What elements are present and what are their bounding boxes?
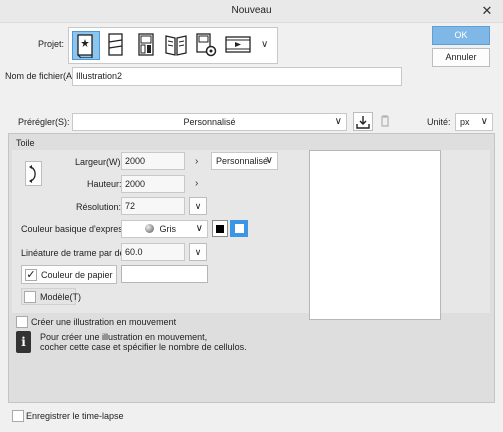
info-icon: i xyxy=(16,331,31,353)
chevron-down-icon: ∨ xyxy=(480,116,488,127)
save-preset-icon[interactable] xyxy=(353,112,373,131)
cancel-button[interactable]: Annuler xyxy=(432,48,490,67)
template-toggle[interactable]: Modèle(T) xyxy=(21,288,81,305)
filename-input[interactable]: Illustration2 xyxy=(72,67,402,86)
linature-input[interactable]: 60.0 xyxy=(121,243,185,261)
height-label: Hauteur: xyxy=(87,179,122,189)
chevron-right-icon: › xyxy=(195,156,199,167)
chevron-down-icon[interactable]: ∨ xyxy=(189,243,207,261)
filename-label: Nom de fichier(A): xyxy=(5,71,78,81)
chevron-down-icon: ∨ xyxy=(195,223,203,234)
animation-icon[interactable] xyxy=(222,31,254,60)
animation-label: Créer une illustration en mouvement xyxy=(31,317,177,327)
paper-color-checkbox[interactable]: ✓ xyxy=(25,269,37,281)
illustration-icon[interactable] xyxy=(72,31,100,60)
orientation-swap-icon[interactable] xyxy=(25,161,42,186)
unit-select[interactable]: px ∨ xyxy=(455,113,493,131)
settings-page-icon[interactable] xyxy=(192,31,220,60)
title-bar: Nouveau xyxy=(0,0,503,23)
window-title: Nouveau xyxy=(231,5,272,16)
gray-sphere-icon xyxy=(145,224,154,233)
width-input[interactable]: 2000 xyxy=(121,152,185,170)
canvas-section-label: Toile xyxy=(16,138,35,148)
timelapse-label: Enregistrer le time-lapse xyxy=(26,411,124,421)
preset-select[interactable]: Personnalisé ∨ xyxy=(72,113,347,131)
paper-color-swatch[interactable] xyxy=(121,265,208,283)
height-input[interactable]: 2000 xyxy=(121,175,185,193)
ok-button[interactable]: OK xyxy=(432,26,490,45)
book-icon[interactable] xyxy=(162,31,190,60)
chevron-down-icon[interactable]: ∨ xyxy=(261,39,268,50)
project-type-selector: ∨ xyxy=(68,27,278,64)
chevron-right-icon: › xyxy=(195,178,199,189)
webtoon-icon[interactable] xyxy=(102,31,130,60)
preset-value: Personnalisé xyxy=(183,117,236,127)
size-preset-select[interactable]: Personnalisé ∨ xyxy=(211,152,278,170)
animation-checkbox[interactable] xyxy=(16,316,28,328)
chevron-down-icon[interactable]: ∨ xyxy=(189,197,207,215)
canvas-preview xyxy=(309,150,441,320)
unit-label: Unité: xyxy=(427,117,451,127)
timelapse-checkbox[interactable] xyxy=(12,410,24,422)
chevron-down-icon: ∨ xyxy=(334,116,342,127)
chevron-down-icon: ∨ xyxy=(265,155,273,166)
trash-icon[interactable] xyxy=(380,115,390,129)
paper-color-toggle[interactable]: ✓ Couleur de papier xyxy=(21,265,117,284)
resolution-label: Résolution: xyxy=(76,202,122,212)
template-checkbox[interactable] xyxy=(24,291,36,303)
template-label: Modèle(T) xyxy=(40,292,82,302)
preset-label: Prérégler(S): xyxy=(18,117,70,127)
size-preset-value: Personnalisé xyxy=(216,156,269,166)
color-mode-select[interactable]: Gris ∨ xyxy=(121,220,208,238)
unit-value: px xyxy=(460,117,470,127)
white-swatch[interactable] xyxy=(230,220,248,237)
width-label: Largeur(W): xyxy=(75,157,124,167)
animation-info-line1: Pour créer une illustration en mouvement… xyxy=(40,332,208,342)
project-label: Projet: xyxy=(38,39,65,49)
color-mode-value: Gris xyxy=(159,224,177,234)
comic-icon[interactable] xyxy=(132,31,160,60)
animation-info-line2: cocher cette case et spécifier le nombre… xyxy=(40,342,247,352)
black-swatch[interactable] xyxy=(212,220,228,237)
paper-color-label: Couleur de papier xyxy=(41,270,113,280)
close-icon[interactable]: ✕ xyxy=(471,0,503,22)
resolution-input[interactable]: 72 xyxy=(121,197,185,215)
